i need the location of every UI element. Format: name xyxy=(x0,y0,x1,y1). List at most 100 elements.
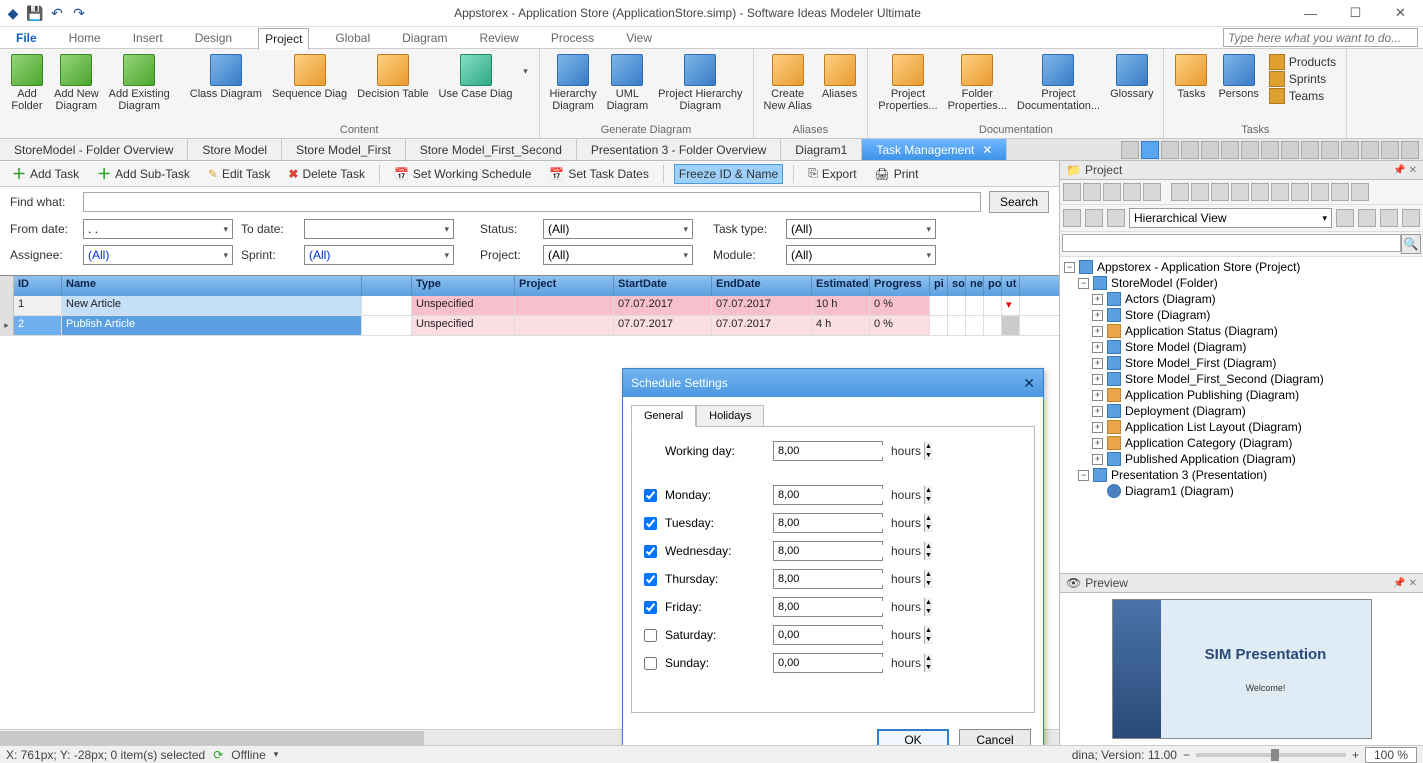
tool-icon[interactable] xyxy=(1271,183,1289,201)
tree-root[interactable]: Appstorex - Application Store (Project) xyxy=(1097,260,1300,274)
day-spinner[interactable]: ▲▼ xyxy=(773,625,883,645)
add-sub-task-button[interactable]: ＋Add Sub-Task xyxy=(93,162,194,186)
class-diagram-button[interactable]: Class Diagram xyxy=(186,52,266,102)
maximize-button[interactable]: ☐ xyxy=(1333,0,1378,27)
add-existing-diagram-button[interactable]: Add Existing Diagram xyxy=(105,52,174,114)
module-combo[interactable]: (All)▾ xyxy=(786,245,936,265)
tool-icon[interactable] xyxy=(1171,183,1189,201)
col-id[interactable]: ID xyxy=(14,276,62,296)
tree-item[interactable]: Published Application (Diagram) xyxy=(1125,452,1296,466)
menu-view[interactable]: View xyxy=(620,28,658,48)
save-icon[interactable]: 💾 xyxy=(27,5,43,21)
dialog-close-button[interactable]: ✕ xyxy=(1023,375,1035,392)
tab-store-model-first[interactable]: Store Model_First xyxy=(282,139,406,160)
from-date-combo[interactable]: . .▾ xyxy=(83,219,233,239)
expand-icon[interactable]: + xyxy=(1092,294,1103,305)
tool-icon[interactable] xyxy=(1221,141,1239,159)
day-spinner[interactable]: ▲▼ xyxy=(773,597,883,617)
tasks-button[interactable]: Tasks xyxy=(1170,52,1212,102)
tab-store-model[interactable]: Store Model xyxy=(188,139,282,160)
add-task-button[interactable]: ＋Add Task xyxy=(8,162,83,186)
table-row[interactable]: 1 New Article Unspecified 07.07.2017 07.… xyxy=(0,296,1059,316)
hierarchy-diagram-button[interactable]: Hierarchy Diagram xyxy=(546,52,601,114)
tool-icon[interactable] xyxy=(1341,141,1359,159)
tool-icon[interactable] xyxy=(1401,141,1419,159)
day-checkbox[interactable] xyxy=(644,573,657,586)
task-type-combo[interactable]: (All)▾ xyxy=(786,219,936,239)
project-search-input[interactable] xyxy=(1062,234,1401,252)
tree-presentation[interactable]: Presentation 3 (Presentation) xyxy=(1111,468,1267,482)
export-button[interactable]: ⎘Export xyxy=(804,164,860,183)
pin-icon[interactable]: 📌 ✕ xyxy=(1393,165,1417,176)
delete-task-button[interactable]: ✖Delete Task xyxy=(284,165,369,183)
chevron-down-icon[interactable]: ▾ xyxy=(274,749,279,760)
sprints-button[interactable]: Sprints xyxy=(1269,71,1336,87)
expand-icon[interactable]: + xyxy=(1092,390,1103,401)
tool-icon[interactable] xyxy=(1107,209,1125,227)
tree-item[interactable]: Store Model_First_Second (Diagram) xyxy=(1125,372,1324,386)
status-combo[interactable]: (All)▾ xyxy=(543,219,693,239)
set-task-dates-button[interactable]: 📅Set Task Dates xyxy=(545,165,652,183)
col-project[interactable]: Project xyxy=(515,276,614,296)
tool-icon[interactable] xyxy=(1201,141,1219,159)
expand-icon[interactable]: + xyxy=(1092,326,1103,337)
expand-icon[interactable]: − xyxy=(1078,278,1089,289)
set-working-schedule-button[interactable]: 📅Set Working Schedule xyxy=(390,165,535,183)
menu-design[interactable]: Design xyxy=(189,28,238,48)
tree-item[interactable]: Application Category (Diagram) xyxy=(1125,436,1292,450)
refresh-icon[interactable] xyxy=(1063,209,1081,227)
tool-icon[interactable] xyxy=(1251,183,1269,201)
col-so[interactable]: so xyxy=(948,276,966,296)
tool-icon[interactable] xyxy=(1063,183,1081,201)
col-start[interactable]: StartDate xyxy=(614,276,712,296)
tool-icon[interactable] xyxy=(1381,141,1399,159)
col-ne[interactable]: ne xyxy=(966,276,984,296)
day-spinner[interactable]: ▲▼ xyxy=(773,513,883,533)
tree-item[interactable]: Store (Diagram) xyxy=(1125,308,1210,322)
day-checkbox[interactable] xyxy=(644,601,657,614)
minimize-button[interactable]: — xyxy=(1288,0,1333,27)
pin-icon[interactable]: 📌 ✕ xyxy=(1393,578,1417,589)
tool-icon[interactable] xyxy=(1402,209,1420,227)
tab-store-model-first-second[interactable]: Store Model_First_Second xyxy=(406,139,577,160)
create-new-alias-button[interactable]: Create New Alias xyxy=(760,52,816,114)
folder-properties-button[interactable]: Folder Properties... xyxy=(944,52,1011,114)
add-new-diagram-button[interactable]: Add New Diagram xyxy=(50,52,103,114)
project-documentation-button[interactable]: Project Documentation... xyxy=(1013,52,1104,114)
tool-icon[interactable] xyxy=(1103,183,1121,201)
menu-global[interactable]: Global xyxy=(329,28,376,48)
expand-icon[interactable]: + xyxy=(1092,422,1103,433)
menu-process[interactable]: Process xyxy=(545,28,600,48)
day-checkbox[interactable] xyxy=(644,629,657,642)
tool-icon[interactable] xyxy=(1380,209,1398,227)
tool-icon[interactable] xyxy=(1311,183,1329,201)
tab-storemodel-overview[interactable]: StoreModel - Folder Overview xyxy=(0,139,188,160)
expand-icon[interactable]: + xyxy=(1092,374,1103,385)
tree-item[interactable]: Store Model_First (Diagram) xyxy=(1125,356,1276,370)
refresh-icon[interactable]: ⟳ xyxy=(213,748,223,762)
day-checkbox[interactable] xyxy=(644,489,657,502)
day-spinner[interactable]: ▲▼ xyxy=(773,653,883,673)
products-button[interactable]: Products xyxy=(1269,54,1336,70)
tool-icon[interactable] xyxy=(1261,141,1279,159)
use-case-diag-button[interactable]: Use Case Diag xyxy=(435,52,517,102)
day-checkbox[interactable] xyxy=(644,657,657,670)
tab-diagram1[interactable]: Diagram1 xyxy=(781,139,862,160)
aliases-button[interactable]: Aliases xyxy=(818,52,861,102)
tree-folder[interactable]: StoreModel (Folder) xyxy=(1111,276,1218,290)
day-spinner[interactable]: ▲▼ xyxy=(773,541,883,561)
tool-icon[interactable] xyxy=(1281,141,1299,159)
glossary-button[interactable]: Glossary xyxy=(1106,52,1157,102)
menu-review[interactable]: Review xyxy=(473,28,524,48)
close-icon[interactable]: ✕ xyxy=(982,143,992,157)
redo-icon[interactable]: ↷ xyxy=(71,5,87,21)
tool-icon[interactable] xyxy=(1291,183,1309,201)
menu-file[interactable]: File xyxy=(10,28,43,48)
decision-table-button[interactable]: Decision Table xyxy=(353,52,432,102)
expand-icon[interactable]: + xyxy=(1092,454,1103,465)
menu-home[interactable]: Home xyxy=(63,28,107,48)
tool-icon[interactable] xyxy=(1143,183,1161,201)
tool-icon[interactable] xyxy=(1141,141,1159,159)
col-ut[interactable]: ut xyxy=(1002,276,1020,296)
search-icon[interactable]: 🔍 xyxy=(1401,234,1421,254)
